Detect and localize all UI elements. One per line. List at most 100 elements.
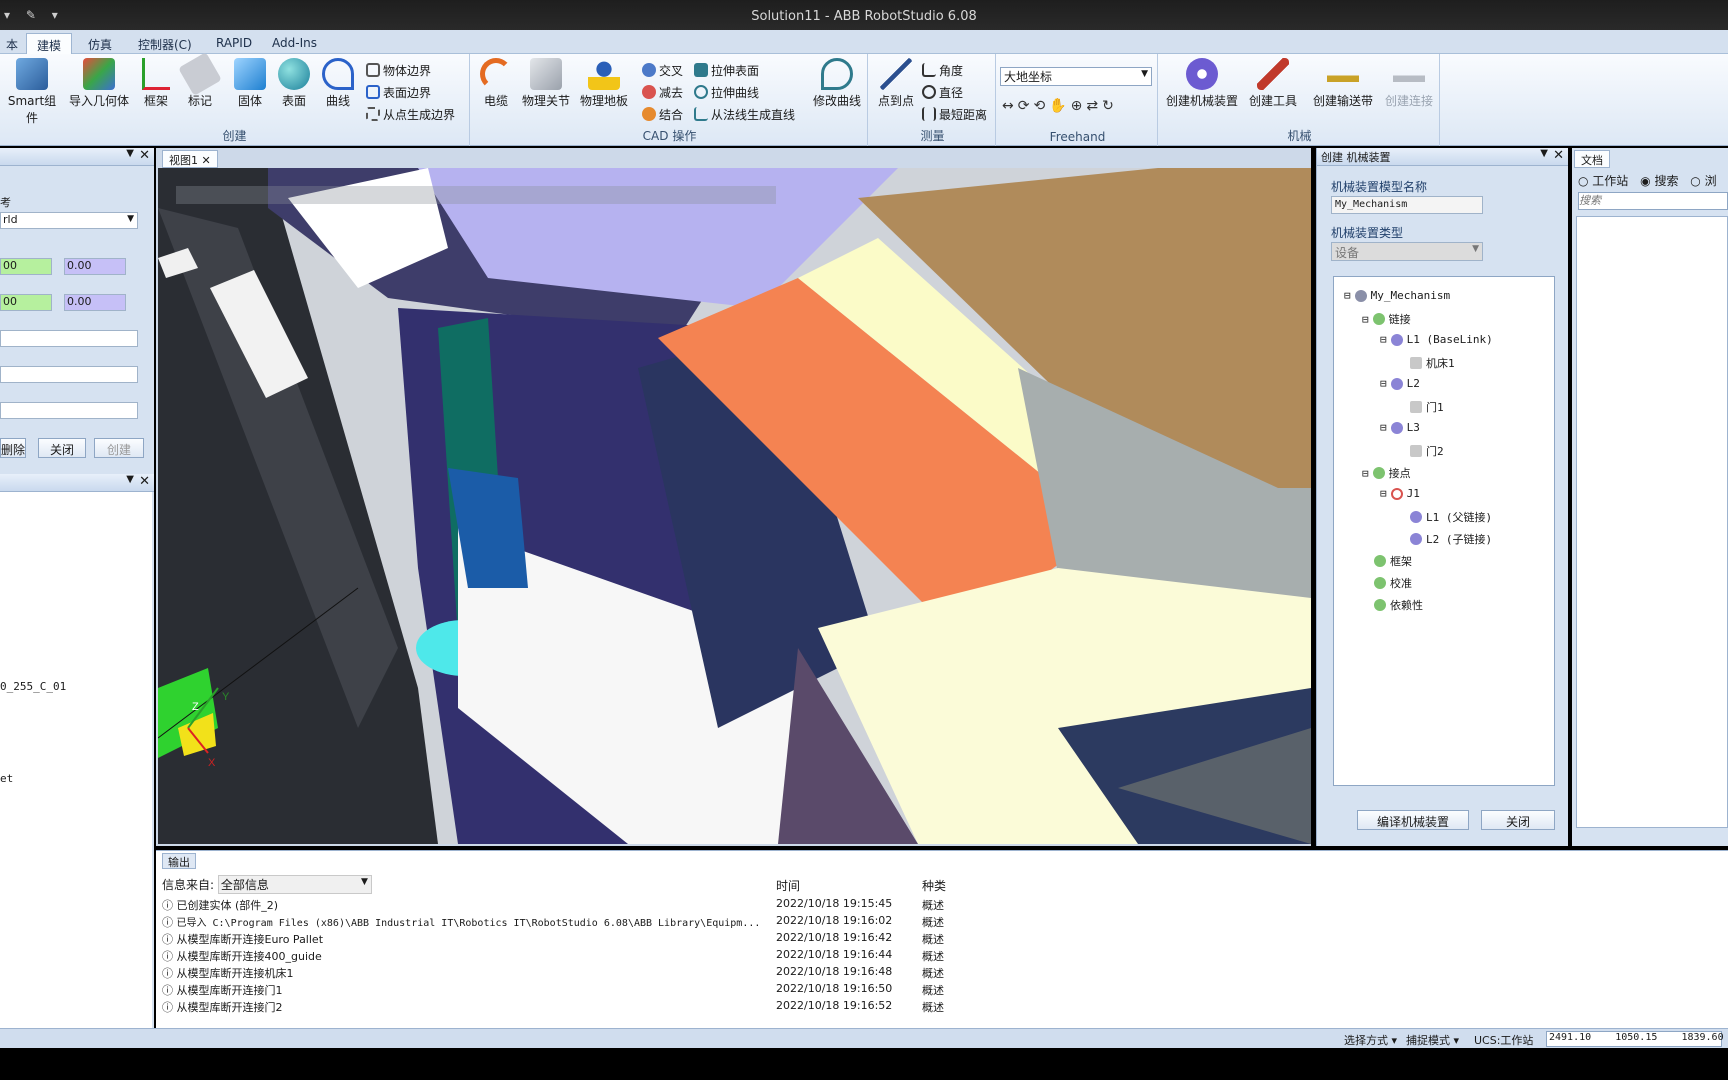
close-icon[interactable]: ✕	[202, 154, 211, 167]
point-to-point-button[interactable]: 点到点	[874, 58, 918, 109]
tab-home[interactable]: 本	[0, 33, 28, 54]
tree-item[interactable]: et	[0, 772, 13, 785]
reference-coord-select[interactable]: 大地坐标 ▼	[1000, 67, 1152, 86]
tab-output[interactable]: 输出	[162, 853, 196, 869]
tab-view1[interactable]: 视图1 ✕	[162, 150, 218, 168]
close-button[interactable]: 关闭	[38, 438, 86, 458]
table-row[interactable]: ⓘ 从模型库断开连接400_guide	[162, 948, 322, 964]
create-tool-button[interactable]: 创建工具	[1244, 58, 1302, 109]
info-icon: ⓘ	[162, 984, 173, 997]
mechanism-type-select[interactable]: 设备 ▼	[1331, 242, 1483, 261]
curve-button[interactable]: 曲线	[320, 58, 356, 109]
tree-node-dependencies[interactable]: 依赖性	[1374, 597, 1423, 613]
info-icon: ⓘ	[162, 967, 173, 980]
create-connection-button[interactable]: 创建连接	[1380, 58, 1438, 109]
create-button[interactable]: 创建	[94, 438, 144, 458]
tree-node-l3-part[interactable]: 门2	[1410, 443, 1444, 459]
import-geometry-button[interactable]: 导入几何体	[66, 58, 132, 109]
edge-from-points-button[interactable]: 从点生成边界	[366, 104, 455, 124]
radio-search[interactable]: ◉ 搜索	[1640, 174, 1678, 188]
line-from-normal-button[interactable]: 从法线生成直线	[694, 104, 795, 124]
param-field-1[interactable]	[0, 330, 138, 347]
intersect-button[interactable]: 交叉	[642, 60, 683, 80]
solid-button[interactable]: 固体	[232, 58, 268, 109]
position-y-field[interactable]: 0.00	[64, 258, 126, 275]
table-cell-time: 2022/10/18 19:16:48	[776, 965, 893, 978]
close-icon[interactable]: ✕	[139, 148, 150, 163]
physics-floor-button[interactable]: 物理地板	[576, 58, 632, 109]
doc-search-input[interactable]	[1578, 192, 1728, 210]
reference-select[interactable]: rld ▼	[0, 212, 138, 229]
tab-controller[interactable]: 控制器(C)	[128, 33, 202, 54]
extrude-surface-button[interactable]: 拉伸表面	[694, 60, 759, 80]
table-row[interactable]: ⓘ 从模型库断开连接机床1	[162, 965, 294, 981]
snap-mode-button[interactable]: 捕捉模式 ▾	[1406, 1032, 1459, 1048]
tree-node-l2-part[interactable]: 门1	[1410, 399, 1444, 415]
tree-node-l3[interactable]: ⊟ L3	[1380, 421, 1420, 434]
close-button[interactable]: 关闭	[1481, 810, 1555, 830]
info-icon: ⓘ	[162, 933, 173, 946]
column-header-time[interactable]: 时间	[776, 877, 800, 894]
tab-addins[interactable]: Add-Ins	[262, 33, 327, 54]
smart-component-button[interactable]: Smart组件	[2, 58, 62, 126]
physics-joint-button[interactable]: 物理关节	[516, 58, 576, 109]
table-row[interactable]: ⓘ 从模型库断开连接门1	[162, 982, 283, 998]
source-filter-select[interactable]: 全部信息 ▼	[217, 875, 372, 894]
radio-browse[interactable]: ○ 浏	[1690, 174, 1716, 188]
position-x-field[interactable]: 00	[0, 258, 52, 275]
orientation-y-field[interactable]: 0.00	[64, 294, 126, 311]
cable-button[interactable]: 电缆	[476, 58, 516, 109]
table-row[interactable]: ⓘ 已创建实体 (部件_2)	[162, 897, 278, 913]
table-row[interactable]: ⓘ 已导入 C:\Program Files (x86)\ABB Industr…	[162, 914, 760, 930]
tab-simulation[interactable]: 仿真	[78, 33, 122, 54]
viewport-toolbar[interactable]	[176, 186, 776, 204]
subtract-button[interactable]: 减去	[642, 82, 683, 102]
min-distance-button[interactable]: 最短距离	[922, 104, 987, 124]
tree-node-j1-parent[interactable]: L1 (父链接)	[1410, 509, 1492, 525]
tree-node-links[interactable]: ⊟ 链接	[1362, 311, 1411, 327]
create-conveyor-button[interactable]: 创建输送带	[1308, 58, 1378, 109]
tab-modeling[interactable]: 建模	[26, 33, 73, 54]
tree-node-l2[interactable]: ⊟ L2	[1380, 377, 1420, 390]
angle-button[interactable]: 角度	[922, 60, 963, 80]
surface-button[interactable]: 表面	[276, 58, 312, 109]
tree-node-j1[interactable]: ⊟ J1	[1380, 487, 1420, 500]
surface-edge-button[interactable]: 表面边界	[366, 82, 431, 102]
orientation-x-field[interactable]: 00	[0, 294, 52, 311]
frame-button[interactable]: 框架	[138, 58, 174, 109]
mechanism-name-input[interactable]: My_Mechanism	[1331, 196, 1483, 214]
tree-node-root[interactable]: ⊟ My_Mechanism	[1344, 289, 1450, 302]
extrude-curve-button[interactable]: 拉伸曲线	[694, 82, 759, 102]
close-icon[interactable]: ✕	[139, 474, 150, 489]
chevron-down-icon[interactable]: ▼	[126, 474, 134, 485]
tree-node-frames[interactable]: 框架	[1374, 553, 1412, 569]
tree-node-joints[interactable]: ⊟ 接点	[1362, 465, 1411, 481]
tree-item[interactable]: 0_255_C_01	[0, 680, 66, 693]
radio-station[interactable]: ○ 工作站	[1578, 174, 1628, 188]
column-header-type[interactable]: 种类	[922, 877, 946, 894]
body-edge-button[interactable]: 物体边界	[366, 60, 431, 80]
table-row[interactable]: ⓘ 从模型库断开连接Euro Pallet	[162, 931, 323, 947]
tab-rapid[interactable]: RAPID	[206, 33, 262, 54]
3d-viewport[interactable]: Y X Z	[158, 168, 1311, 844]
tag-button[interactable]: 标记	[178, 52, 222, 109]
selection-mode-button[interactable]: 选择方式 ▾	[1344, 1032, 1397, 1048]
create-mechanism-button[interactable]: 创建机械装置	[1162, 58, 1242, 109]
remove-button[interactable]: 删除	[0, 438, 26, 458]
tree-node-calibration[interactable]: 校准	[1374, 575, 1412, 591]
tree-node-l1[interactable]: ⊟ L1 (BaseLink)	[1380, 333, 1493, 346]
close-icon[interactable]: ✕	[1553, 148, 1564, 163]
freehand-tools-icons[interactable]: ↔⟳⟲✋⊕⇄↻	[1002, 98, 1118, 114]
param-field-2[interactable]	[0, 366, 138, 383]
param-field-3[interactable]	[0, 402, 138, 419]
chevron-down-icon[interactable]: ▼	[126, 148, 134, 159]
modify-curve-button[interactable]: 修改曲线	[808, 58, 866, 109]
compile-mechanism-button[interactable]: 编译机械装置	[1357, 810, 1469, 830]
union-button[interactable]: 结合	[642, 104, 683, 124]
tab-documents[interactable]: 文档	[1574, 150, 1610, 168]
diameter-button[interactable]: 直径	[922, 82, 963, 102]
tree-node-l1-part[interactable]: 机床1	[1410, 355, 1455, 371]
table-row[interactable]: ⓘ 从模型库断开连接门2	[162, 999, 283, 1015]
tree-node-j1-child[interactable]: L2 (子链接)	[1410, 531, 1492, 547]
chevron-down-icon[interactable]: ▼	[1540, 148, 1548, 159]
